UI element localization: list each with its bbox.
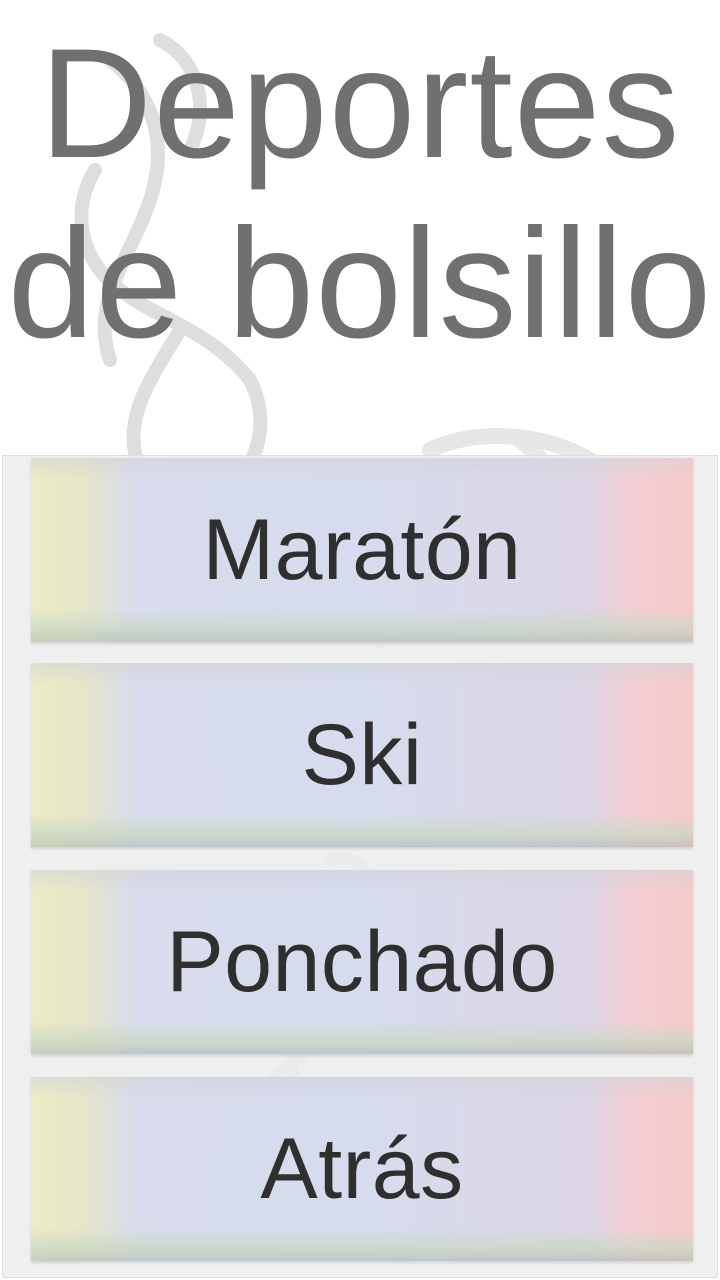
ponchado-button-label: Ponchado xyxy=(166,914,558,1010)
title-line-1: Deportes xyxy=(39,17,681,191)
ski-button[interactable]: Ski xyxy=(31,663,693,847)
title-line-2: de bolsillo xyxy=(7,197,713,371)
maraton-button[interactable]: Maratón xyxy=(31,458,693,642)
ski-button-label: Ski xyxy=(301,707,423,803)
page-title: Deportes de bolsillo xyxy=(0,14,720,374)
ponchado-button[interactable]: Ponchado xyxy=(31,870,693,1054)
menu-panel: Maratón Ski Ponchado Atrás xyxy=(2,455,718,1278)
back-button[interactable]: Atrás xyxy=(31,1077,693,1261)
maraton-button-label: Maratón xyxy=(202,502,522,598)
back-button-label: Atrás xyxy=(260,1121,464,1217)
